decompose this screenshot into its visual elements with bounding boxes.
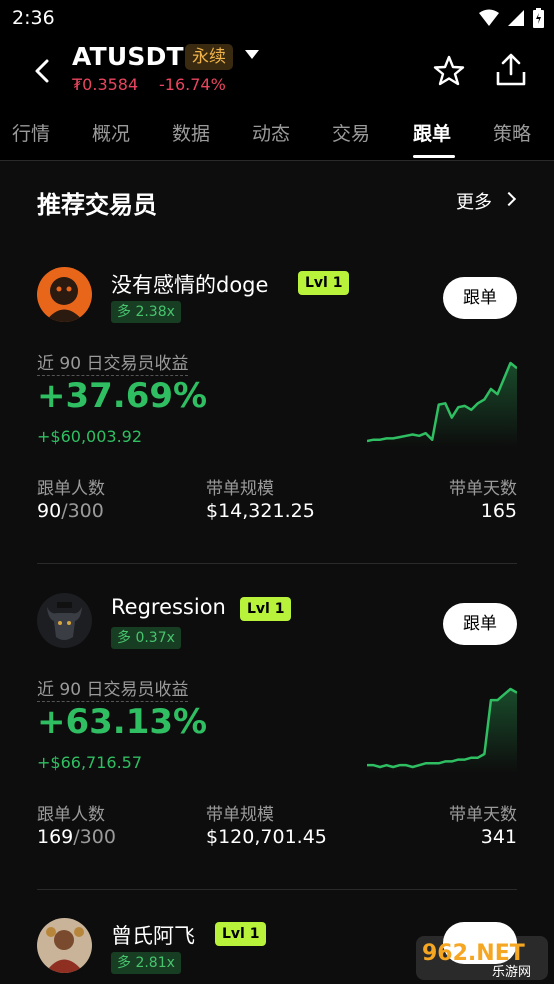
site-watermark-logo: 962.NET 乐游网 (416, 936, 548, 980)
pnl-percent: +37.69% (37, 376, 208, 416)
trader-avatar[interactable] (37, 593, 92, 648)
followers-label: 跟单人数 (37, 805, 105, 825)
tab-strategy[interactable]: 策略 (493, 119, 531, 146)
svg-text:962.NET: 962.NET (422, 941, 525, 966)
trader-name[interactable]: Regression (111, 595, 226, 619)
sparkline-area (367, 689, 517, 773)
pnl-amount: +$60,003.92 (37, 427, 143, 446)
tab-market[interactable]: 行情 (12, 119, 50, 146)
followers-count: 90/300 (37, 500, 104, 522)
last-price: ₮0.3584 (72, 75, 139, 94)
level-badge: Lvl 1 (298, 271, 350, 295)
price-change: -16.74% (159, 75, 226, 94)
pnl-label[interactable]: 近 90 日交易员收益 (37, 349, 189, 376)
tab-trade[interactable]: 交易 (332, 119, 370, 146)
aum-value: $120,701.45 (206, 826, 327, 848)
pnl-sparkline (367, 361, 517, 447)
pair-title[interactable]: ATUSDT (72, 42, 184, 71)
contract-type-badge: 永续 (185, 44, 233, 70)
signal-icon (508, 10, 524, 26)
status-time: 2:36 (12, 7, 55, 29)
copy-trade-button[interactable]: 跟单 (443, 603, 517, 645)
tab-feed[interactable]: 动态 (252, 119, 290, 146)
favorite-star-icon[interactable] (432, 54, 466, 88)
back-arrow-icon[interactable] (28, 56, 58, 86)
days-label: 带单天数 (449, 479, 517, 499)
tab-bar: 行情 概况 数据 动态 交易 跟单 策略 (0, 108, 554, 161)
active-tab-indicator (413, 155, 455, 158)
svg-text:乐游网: 乐游网 (492, 965, 531, 980)
copy-trade-button[interactable]: 跟单 (443, 277, 517, 319)
followers-label: 跟单人数 (37, 479, 105, 499)
trader-card[interactable]: 没有感情的doge Lvl 1 多 2.38x 跟单 近 90 日交易员收益 +… (37, 247, 517, 572)
level-badge: Lvl 1 (215, 922, 267, 946)
aum-label: 带单规模 (206, 805, 274, 825)
pair-header: ATUSDT 永续 ₮0.3584 -16.74% (0, 38, 554, 108)
trader-card[interactable]: Regression Lvl 1 多 0.37x 跟单 近 90 日交易员收益 … (37, 573, 517, 898)
aum-value: $14,321.25 (206, 500, 315, 522)
battery-icon (533, 8, 544, 28)
more-link[interactable]: 更多 (456, 188, 492, 214)
trader-name[interactable]: 曾氏阿飞 (111, 920, 195, 950)
divider (37, 563, 517, 564)
level-badge: Lvl 1 (240, 597, 292, 621)
pnl-sparkline (367, 687, 517, 773)
followers-count: 169/300 (37, 826, 116, 848)
days-value: 165 (480, 500, 517, 522)
leverage-tag: 多 2.38x (111, 301, 181, 323)
pnl-label[interactable]: 近 90 日交易员收益 (37, 675, 189, 702)
days-value: 341 (480, 826, 517, 848)
tab-copy-trading[interactable]: 跟单 (413, 119, 451, 146)
trader-name[interactable]: 没有感情的doge (111, 269, 268, 299)
tab-data[interactable]: 数据 (172, 119, 210, 146)
system-icons (479, 8, 544, 28)
days-label: 带单天数 (449, 805, 517, 825)
recommended-traders-panel: 推荐交易员 更多 没有感情的doge Lvl 1 多 2.38x 跟单 近 90… (0, 161, 554, 984)
trader-avatar[interactable] (37, 267, 92, 322)
share-icon[interactable] (494, 52, 528, 88)
trader-avatar[interactable] (37, 918, 92, 973)
pair-dropdown-icon[interactable] (245, 50, 259, 59)
leverage-tag: 多 2.81x (111, 952, 181, 974)
status-bar: 2:36 (0, 0, 554, 38)
section-title: 推荐交易员 (37, 191, 157, 219)
pnl-percent: +63.13% (37, 702, 208, 742)
wifi-icon (479, 9, 499, 26)
aum-label: 带单规模 (206, 479, 274, 499)
pnl-amount: +$66,716.57 (37, 753, 143, 772)
tab-overview[interactable]: 概况 (92, 119, 130, 146)
divider (37, 889, 517, 890)
leverage-tag: 多 0.37x (111, 627, 181, 649)
chevron-right-icon[interactable] (501, 191, 517, 207)
